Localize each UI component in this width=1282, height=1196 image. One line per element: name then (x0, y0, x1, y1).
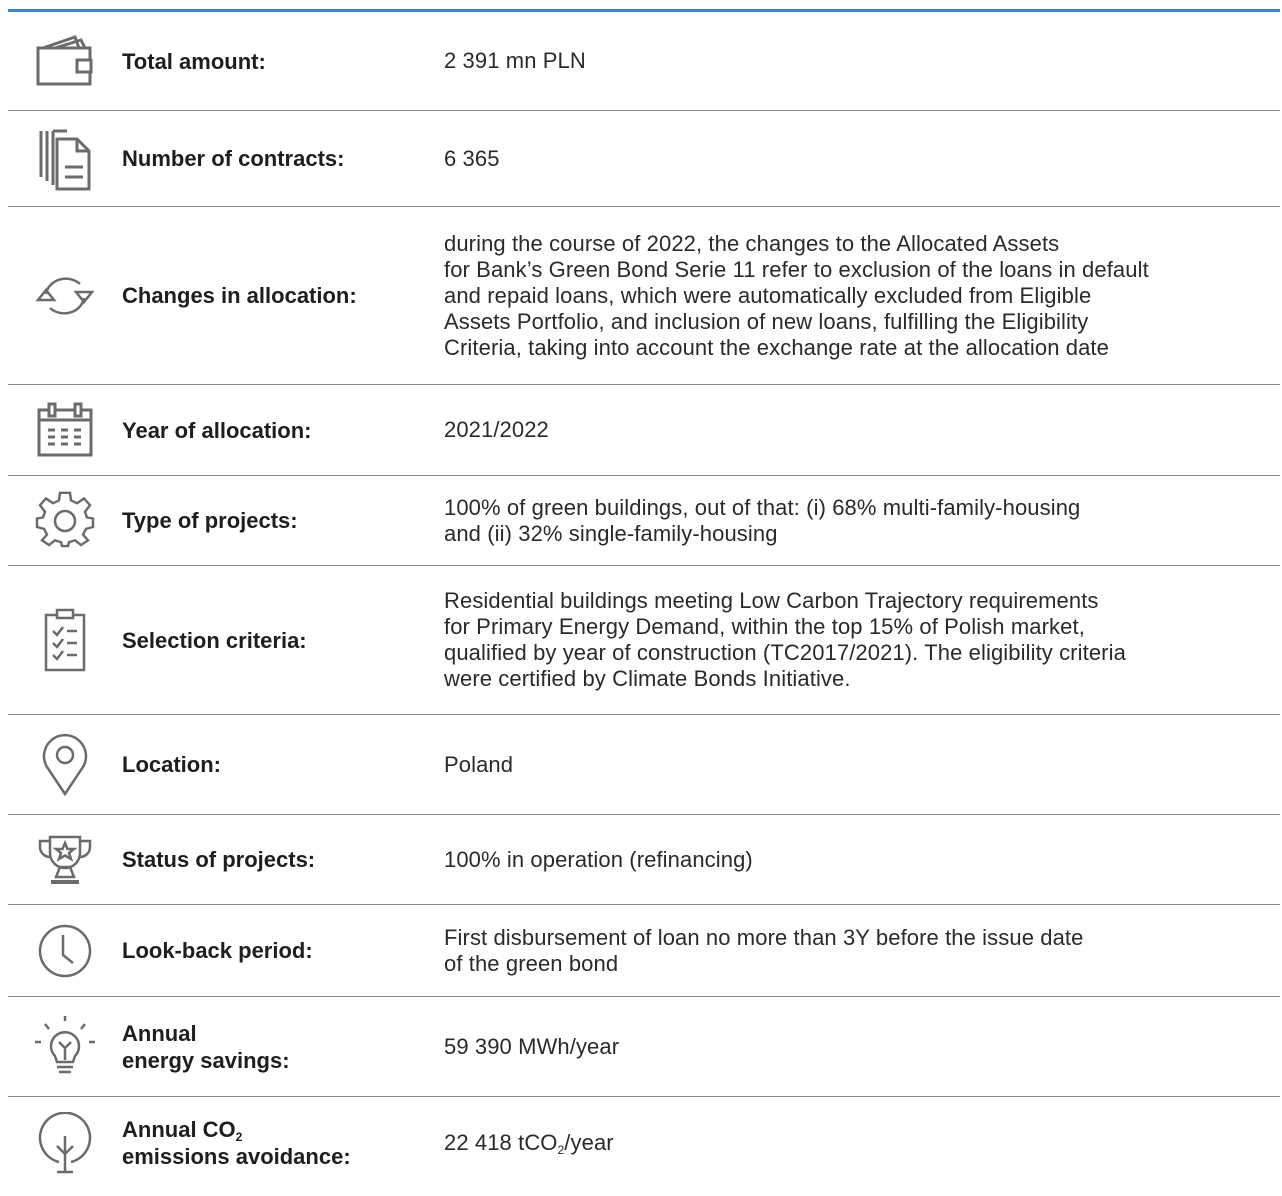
row-annual-co2-emissions-avoidance: Annual CO2 emissions avoidance: 22 418 t… (8, 1097, 1280, 1188)
checklist-icon (8, 607, 122, 673)
value-line: Criteria, taking into account the exchan… (444, 334, 1109, 360)
label-line: energy savings: (122, 1047, 290, 1073)
row-label: Annual CO2 emissions avoidance: (122, 1116, 444, 1170)
wallet-icon (8, 34, 122, 88)
row-label: Annual energy savings: (122, 1020, 444, 1074)
subscript: 2 (235, 1129, 243, 1144)
row-value: 59 390 MWh/year (444, 1033, 620, 1059)
row-total-amount: Total amount: 2 391 mn PLN (8, 12, 1280, 111)
row-value: 100% in operation (refinancing) (444, 846, 753, 872)
row-location: Location: Poland (8, 715, 1280, 815)
calendar-icon (8, 402, 122, 458)
label-text: Annual CO (122, 1116, 236, 1142)
row-label: Number of contracts: (122, 146, 345, 171)
row-value: 6 365 (444, 145, 500, 171)
row-label: Look-back period: (122, 938, 313, 963)
row-value: 100% of green buildings, out of that: (i… (444, 495, 1280, 547)
value-line: Assets Portfolio, and inclusion of new l… (444, 308, 1089, 334)
row-year-of-allocation: Year of allocation: 2021/2022 (8, 385, 1280, 476)
label-line: Annual CO2 (122, 1116, 444, 1143)
row-label: Type of projects: (122, 508, 298, 533)
value-line: during the course of 2022, the changes t… (444, 230, 1060, 256)
row-value: Poland (444, 751, 514, 777)
row-annual-energy-savings: Annual energy savings: 59 390 MWh/year (8, 997, 1280, 1097)
row-label: Year of allocation: (122, 417, 312, 443)
value-line: for Bank’s Green Bond Serie 11 refer to … (444, 256, 1149, 282)
row-label: Selection criteria: (122, 627, 307, 653)
value-line: First disbursement of loan no more than … (444, 924, 1084, 950)
row-changes-in-allocation: Changes in allocation: during the course… (8, 207, 1280, 385)
clock-icon (8, 923, 122, 979)
value-text: 22 418 tCO (444, 1129, 558, 1155)
row-value: Residential buildings meeting Low Carbon… (444, 588, 1280, 692)
refresh-icon (8, 274, 122, 318)
value-line: 100% of green buildings, out of that: (i… (444, 494, 1081, 520)
value-line: and repaid loans, which were automatical… (444, 282, 1092, 308)
label-line: Annual (122, 1020, 197, 1046)
row-value: First disbursement of loan no more than … (444, 925, 1280, 977)
value-line: and (ii) 32% single-family-housing (444, 520, 778, 546)
row-value: during the course of 2022, the changes t… (444, 231, 1280, 361)
value-line: Residential buildings meeting Low Carbon… (444, 588, 1099, 613)
tree-icon (8, 1111, 122, 1174)
value-line: of the green bond (444, 950, 619, 976)
row-label: Changes in allocation: (122, 283, 357, 308)
value-line: were certified by Climate Bonds Initiati… (444, 666, 851, 691)
gear-icon (8, 491, 122, 551)
location-pin-icon (8, 733, 122, 797)
trophy-icon (8, 835, 122, 885)
label-line: emissions avoidance: (122, 1143, 351, 1169)
row-look-back-period: Look-back period: First disbursement of … (8, 905, 1280, 997)
row-type-of-projects: Type of projects: 100% of green building… (8, 476, 1280, 566)
green-bond-summary-table: Total amount: 2 391 mn PLN Number of con… (8, 12, 1280, 1188)
documents-icon (8, 127, 122, 191)
lightbulb-icon (8, 1015, 122, 1078)
row-value: 22 418 tCO2/year (444, 1130, 1280, 1156)
value-line: qualified by year of construction (TC201… (444, 640, 1126, 665)
value-line: for Primary Energy Demand, within the to… (444, 614, 1085, 639)
row-value: 2 391 mn PLN (444, 48, 586, 73)
row-value: 2021/2022 (444, 417, 549, 442)
row-label: Status of projects: (122, 847, 316, 872)
value-text: /year (564, 1129, 614, 1155)
row-label: Location: (122, 752, 221, 777)
row-status-of-projects: Status of projects: 100% in operation (r… (8, 815, 1280, 905)
row-label: Total amount: (122, 48, 266, 74)
row-number-of-contracts: Number of contracts: 6 365 (8, 111, 1280, 207)
row-selection-criteria: Selection criteria: Residential building… (8, 566, 1280, 715)
